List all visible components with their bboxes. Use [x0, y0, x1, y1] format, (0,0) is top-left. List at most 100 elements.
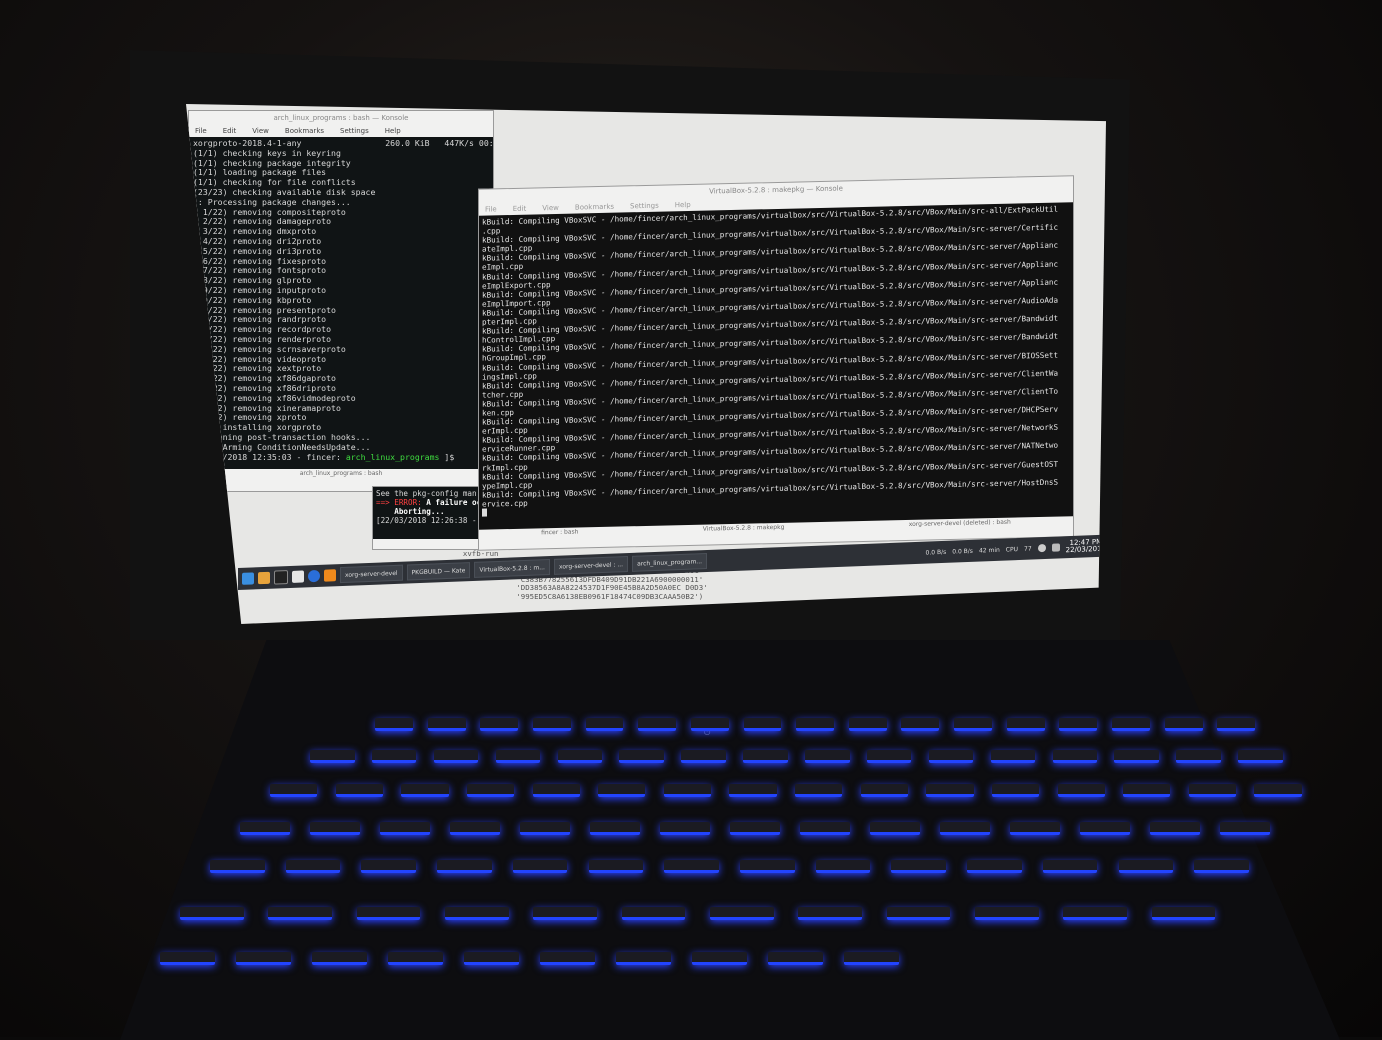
- keyboard-key[interactable]: [844, 952, 899, 965]
- keyboard-key[interactable]: [692, 952, 747, 965]
- keyboard-key[interactable]: [740, 860, 795, 873]
- menu-file[interactable]: File: [195, 125, 207, 137]
- keyboard-key[interactable]: [533, 907, 597, 920]
- keyboard-key[interactable]: [312, 952, 367, 965]
- keyboard-key[interactable]: [886, 907, 951, 920]
- keyboard-key[interactable]: [1118, 860, 1174, 873]
- terminal-icon[interactable]: [274, 570, 288, 585]
- keyboard-key[interactable]: [870, 822, 921, 835]
- menu-edit[interactable]: Edit: [513, 203, 527, 215]
- menu-view[interactable]: View: [542, 202, 559, 214]
- menu-settings[interactable]: Settings: [630, 200, 659, 213]
- keyboard-key[interactable]: [616, 952, 671, 965]
- keyboard-key[interactable]: [401, 784, 449, 797]
- status-tab-bash[interactable]: fincer : bash: [541, 527, 578, 538]
- keyboard-key[interactable]: [1080, 822, 1131, 835]
- browser-icon[interactable]: [308, 569, 320, 583]
- keyboard-key[interactable]: [590, 822, 641, 835]
- keyboard-key[interactable]: [848, 718, 887, 731]
- keyboard-key[interactable]: [236, 952, 291, 965]
- keyboard-key[interactable]: [815, 860, 871, 873]
- keyboard-key[interactable]: [1151, 907, 1216, 920]
- keyboard-key[interactable]: [270, 784, 318, 797]
- keyboard-key[interactable]: [660, 822, 711, 835]
- keyboard-key[interactable]: [1114, 750, 1159, 763]
- network-icon[interactable]: [1051, 543, 1060, 552]
- app-launcher-icon[interactable]: [242, 572, 254, 585]
- keyboard-key[interactable]: [532, 718, 571, 731]
- keyboard-key[interactable]: [860, 784, 908, 797]
- keyboard-key[interactable]: [1164, 718, 1203, 731]
- keyboard-key[interactable]: [445, 907, 509, 920]
- keyboard-key[interactable]: [1052, 750, 1098, 763]
- keyboard-key[interactable]: [729, 784, 777, 797]
- keyboard-key[interactable]: [480, 718, 519, 731]
- keyboard-key[interactable]: [335, 784, 383, 797]
- keyboard-key[interactable]: [926, 784, 974, 797]
- konsole-window-left[interactable]: arch_linux_programs : bash — Konsole Fil…: [188, 110, 494, 492]
- keyboard-key[interactable]: [928, 750, 974, 763]
- status-tab-xorg[interactable]: xorg-server-devel (deleted) : bash: [909, 518, 1011, 530]
- keyboard-key[interactable]: [710, 907, 774, 920]
- task-kate-pkgbuild[interactable]: PKGBUILD — Kate: [406, 562, 471, 581]
- task-virtualbox[interactable]: VirtualBox-5.2.8 : m...: [474, 559, 550, 578]
- file-manager-icon[interactable]: [258, 571, 270, 585]
- keyboard-key[interactable]: [180, 907, 244, 920]
- keyboard-key[interactable]: [285, 860, 341, 873]
- keyboard-key[interactable]: [1063, 907, 1127, 920]
- keyboard-key[interactable]: [796, 718, 835, 731]
- keyboard-key[interactable]: [160, 952, 215, 965]
- keyboard-key[interactable]: [990, 750, 1036, 763]
- keyboard-key[interactable]: [730, 822, 781, 835]
- keyboard-key[interactable]: [1057, 784, 1105, 797]
- menu-help[interactable]: Help: [385, 125, 401, 137]
- keyboard-key[interactable]: [371, 750, 417, 763]
- keyboard-key[interactable]: [663, 784, 711, 797]
- keyboard-key[interactable]: [664, 860, 719, 873]
- menu-edit[interactable]: Edit: [223, 125, 237, 137]
- keyboard-key[interactable]: [356, 907, 421, 920]
- task-arch-linux-programs[interactable]: arch_linux_program...: [632, 552, 708, 572]
- konsole-left-terminal[interactable]: xorgproto-2018.4-1-any 260.0 KiB 447K/s …: [189, 137, 493, 469]
- keyboard-key[interactable]: [240, 822, 291, 835]
- keyboard-key[interactable]: [1006, 718, 1045, 731]
- keyboard-key[interactable]: [798, 907, 862, 920]
- keyboard-key[interactable]: [991, 784, 1040, 797]
- task-xorg-server-devel-2[interactable]: xorg-server-devel : ...: [553, 556, 629, 575]
- keyboard-key[interactable]: [743, 750, 788, 763]
- keyboard-key[interactable]: [427, 718, 466, 731]
- status-tab-makepkg[interactable]: VirtualBox-5.2.8 : makepkg: [703, 523, 785, 535]
- keyboard-key[interactable]: [768, 952, 823, 965]
- keyboard-key[interactable]: [1123, 784, 1171, 797]
- keyboard-key[interactable]: [1194, 860, 1249, 873]
- keyboard-key[interactable]: [512, 860, 568, 873]
- keyboard-key[interactable]: [557, 750, 603, 763]
- keyboard-key[interactable]: [866, 750, 912, 763]
- konsole-left-titlebar[interactable]: arch_linux_programs : bash — Konsole: [189, 111, 493, 125]
- keyboard-key[interactable]: [681, 750, 726, 763]
- keyboard-key[interactable]: [520, 822, 571, 835]
- volume-icon[interactable]: [1037, 543, 1046, 553]
- media-player-icon[interactable]: [324, 569, 336, 582]
- keyboard-key[interactable]: [495, 750, 541, 763]
- keyboard-key[interactable]: [361, 860, 416, 873]
- keyboard-key[interactable]: [1059, 718, 1098, 731]
- keyboard-key[interactable]: [310, 822, 361, 835]
- keyboard-key[interactable]: [954, 718, 992, 731]
- keyboard-key[interactable]: [743, 718, 782, 731]
- keyboard-key[interactable]: [1254, 784, 1302, 797]
- keyboard-key[interactable]: [380, 822, 431, 835]
- keyboard-key[interactable]: [540, 952, 595, 965]
- menu-view[interactable]: View: [252, 125, 269, 137]
- keyboard-key[interactable]: [1188, 784, 1236, 797]
- keyboard-key[interactable]: [621, 907, 686, 920]
- keyboard-key[interactable]: [638, 718, 677, 731]
- keyboard-key[interactable]: [598, 784, 646, 797]
- keyboard-key[interactable]: [975, 907, 1039, 920]
- menu-bookmarks[interactable]: Bookmarks: [575, 201, 614, 214]
- keyboard-key[interactable]: [585, 718, 624, 731]
- keyboard-key[interactable]: [1042, 860, 1098, 873]
- konsole-window-vbox[interactable]: VirtualBox-5.2.8 : makepkg — Konsole Fil…: [478, 175, 1074, 551]
- keyboard-key[interactable]: [388, 952, 443, 965]
- keyboard-key[interactable]: [1112, 718, 1150, 731]
